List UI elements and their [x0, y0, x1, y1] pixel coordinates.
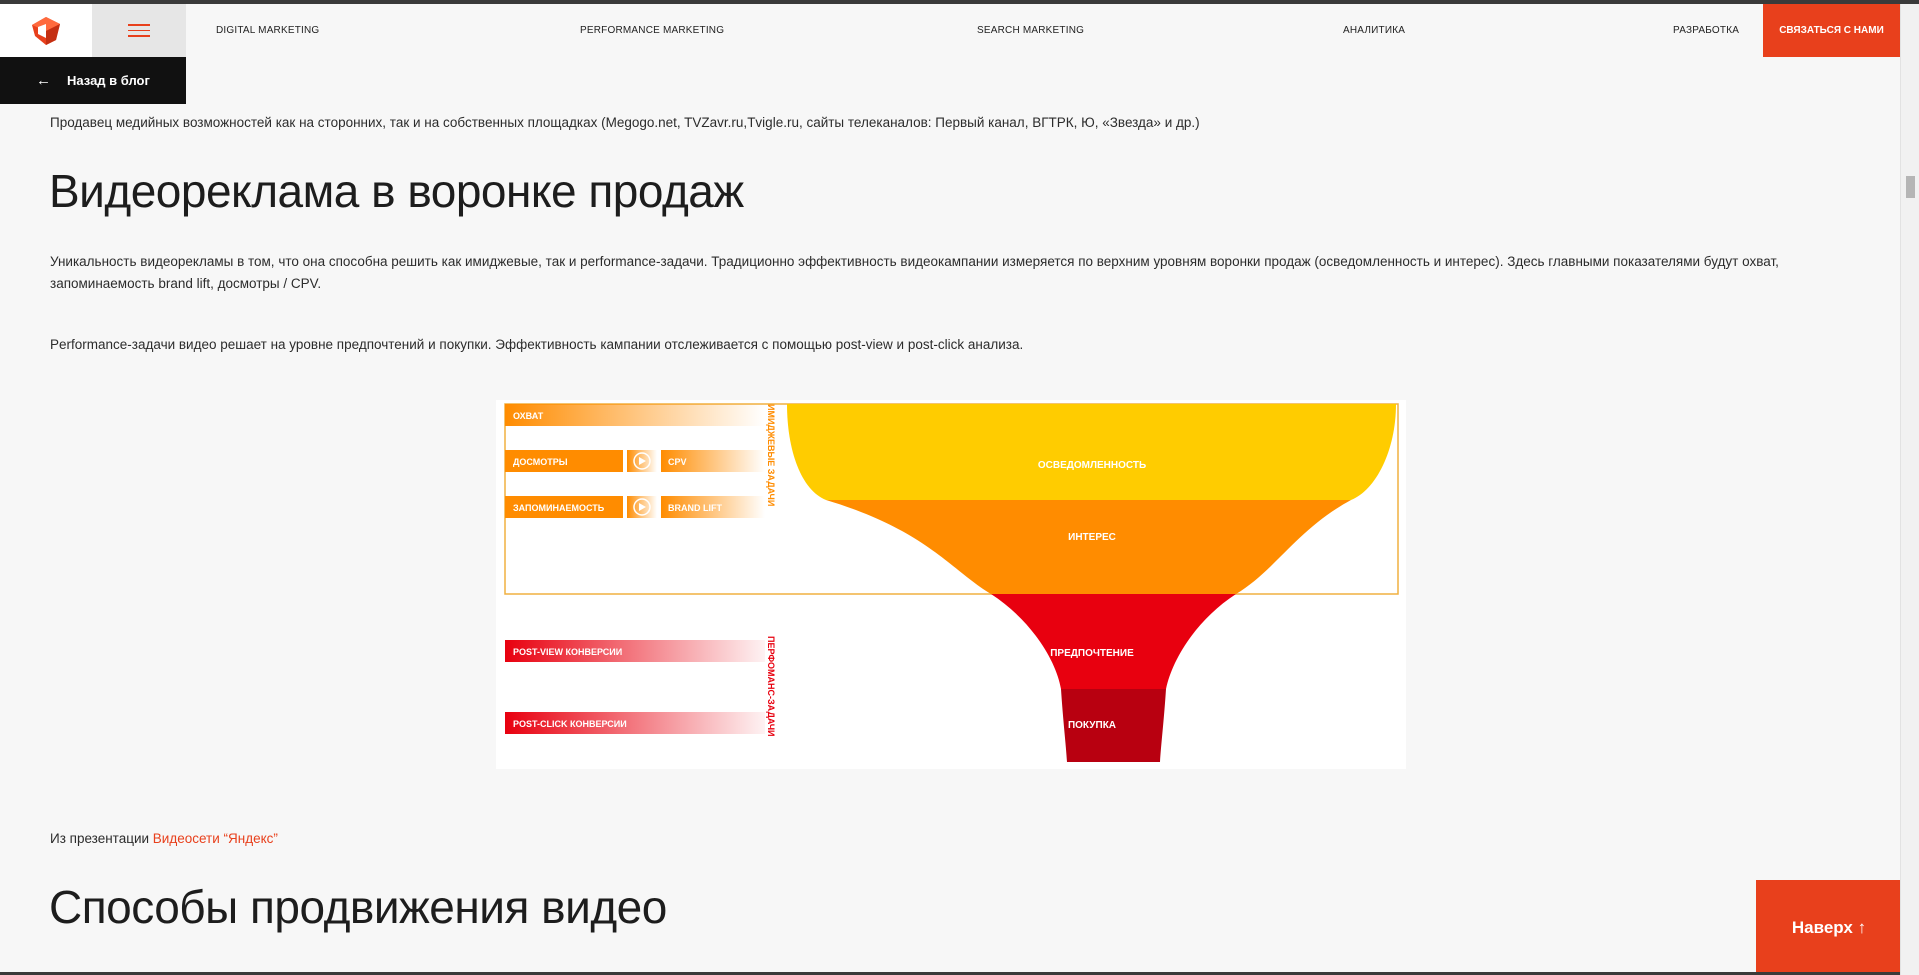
scroll-to-top-button[interactable]: Наверх ↑: [1756, 880, 1902, 975]
funnel-stage-interest: [826, 500, 1351, 594]
metric-brand-lift-label: BRAND LIFT: [668, 503, 722, 513]
heading-video-promotion: Способы продвижения видео: [49, 881, 667, 933]
stage-preference-label: ПРЕДПОЧТЕНИЕ: [1050, 648, 1134, 659]
paragraph-performance: Performance-задачи видео решает на уровн…: [50, 337, 1024, 352]
stage-awareness-label: ОСВЕДОМЛЕННОСТЬ: [1038, 460, 1146, 471]
page-scrollbar[interactable]: [1900, 4, 1919, 975]
nav-search-marketing[interactable]: SEARCH MARKETING: [977, 4, 1084, 57]
paragraph-uniqueness: Уникальность видеорекламы в том, что она…: [50, 254, 1779, 291]
source-caption: Из презентации Видеосети “Яндекс”: [50, 828, 278, 850]
source-prefix: Из презентации: [50, 831, 153, 846]
site-header: DIGITAL MARKETING PERFORMANCE MARKETING …: [0, 4, 1900, 57]
menu-icon[interactable]: [92, 4, 186, 57]
group-performance-tasks-label: ПЕРФОМАНС-ЗАДАЧИ: [766, 636, 776, 737]
metric-recall-label: ЗАПОМИНАЕМОСТЬ: [513, 503, 605, 513]
metric-views-label: ДОСМОТРЫ: [513, 457, 568, 467]
logo-icon: [32, 16, 60, 45]
metric-reach-label: ОХВАТ: [513, 411, 544, 421]
group-image-tasks-label: ИМИДЖЕВЫЕ ЗАДАЧИ: [766, 404, 776, 506]
back-to-blog-button[interactable]: ← Назад в блог: [0, 57, 186, 104]
intro-paragraph: Продавец медийных возможностей как на ст…: [50, 115, 1200, 130]
funnel-stage-preference: [991, 594, 1236, 689]
site-logo[interactable]: [0, 4, 92, 57]
sales-funnel-image: ОСВЕДОМЛЕННОСТЬ ИНТЕРЕС ПРЕДПОЧТЕНИЕ ПОК…: [496, 400, 1406, 769]
metric-post-view-label: POST-VIEW КОНВЕРСИИ: [513, 647, 622, 657]
funnel-stage-awareness: [787, 404, 1396, 500]
arrow-left-icon: ←: [36, 72, 51, 89]
nav-analytics[interactable]: АНАЛИТИКА: [1343, 4, 1405, 57]
metric-post-click-label: POST-CLICK КОНВЕРСИИ: [513, 719, 627, 729]
sales-funnel-diagram: ОСВЕДОМЛЕННОСТЬ ИНТЕРЕС ПРЕДПОЧТЕНИЕ ПОК…: [504, 403, 1399, 762]
nav-digital-marketing[interactable]: DIGITAL MARKETING: [216, 4, 319, 57]
metric-cpv-label: CPV: [668, 457, 687, 467]
stage-purchase-label: ПОКУПКА: [1068, 720, 1116, 731]
nav-development[interactable]: РАЗРАБОТКА: [1673, 4, 1739, 57]
nav-performance-marketing[interactable]: PERFORMANCE MARKETING: [580, 4, 724, 57]
metric-bar-reach: [505, 404, 765, 426]
stage-interest-label: ИНТЕРЕС: [1068, 532, 1116, 543]
contact-us-button[interactable]: СВЯЗАТЬСЯ С НАМИ: [1763, 4, 1900, 57]
back-to-blog-label: Назад в блог: [67, 73, 150, 88]
scrollbar-thumb[interactable]: [1906, 176, 1915, 198]
heading-video-ads-funnel: Видеореклама в воронке продаж: [49, 165, 744, 217]
source-link[interactable]: Видеосети “Яндекс”: [153, 831, 278, 846]
